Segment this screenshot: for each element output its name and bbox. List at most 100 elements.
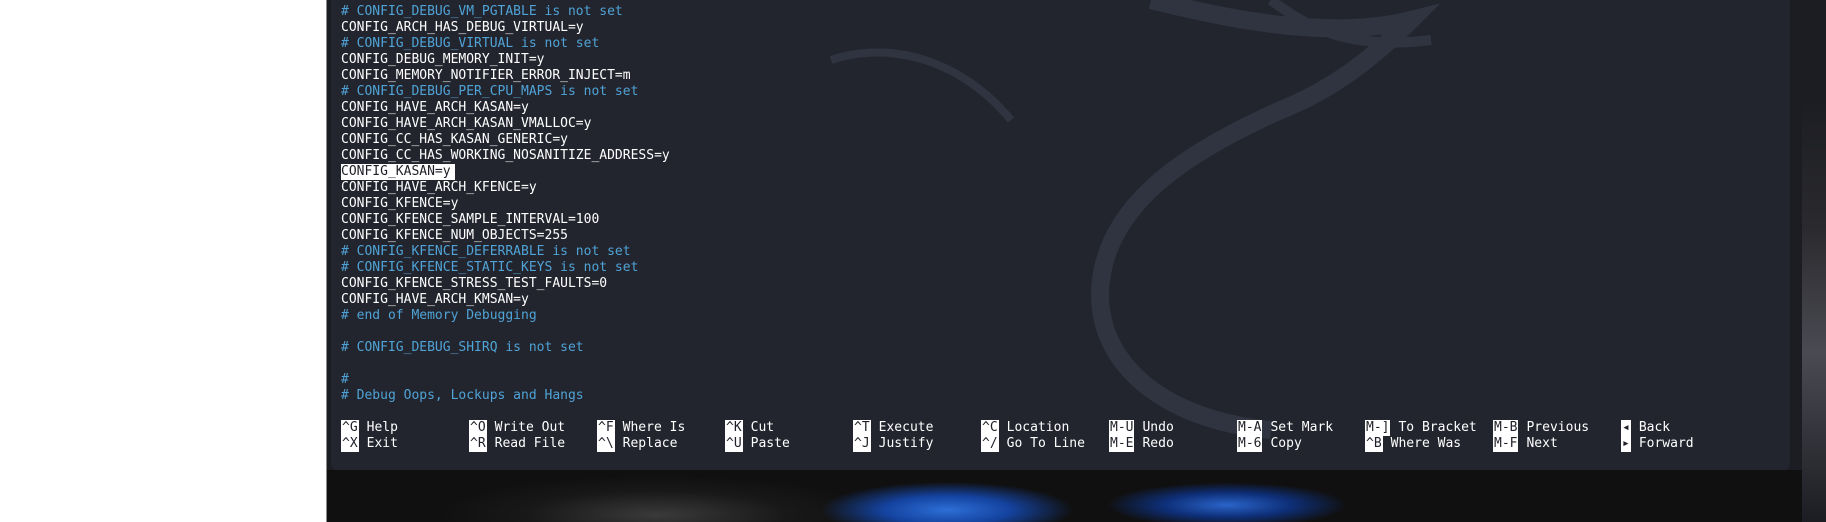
shortcut-item[interactable]: ^F Where Is [597, 420, 725, 436]
editor-line[interactable] [341, 356, 670, 372]
shortcut-key: ^O [469, 420, 487, 436]
shortcut-key: ^X [341, 436, 359, 452]
editor-line[interactable]: # CONFIG_KFENCE_STATIC_KEYS is not set [341, 260, 670, 276]
shortcut-label: Go To Line [1006, 436, 1085, 451]
shortcut-key: ^B [1365, 436, 1383, 452]
editor-line-text: CONFIG_KFENCE_STRESS_TEST_FAULTS=0 [341, 276, 608, 291]
editor-line[interactable]: CONFIG_CC_HAS_KASAN_GENERIC=y [341, 132, 670, 148]
shortcut-label: Redo [1142, 436, 1174, 451]
editor-line[interactable]: # CONFIG_DEBUG_VIRTUAL is not set [341, 36, 670, 52]
editor-line-text: # [341, 372, 349, 387]
shortcut-key: ^K [725, 420, 743, 436]
shortcut-item[interactable]: ^/ Go To Line [981, 436, 1109, 452]
editor-line[interactable]: CONFIG_HAVE_ARCH_KMSAN=y [341, 292, 670, 308]
editor-line[interactable]: # CONFIG_DEBUG_SHIRQ is not set [341, 340, 670, 356]
editor-line[interactable]: CONFIG_MEMORY_NOTIFIER_ERROR_INJECT=m [341, 68, 670, 84]
shortcut-label: Undo [1142, 420, 1174, 435]
terminal-window[interactable]: # CONFIG_DEBUG_VM_PGTABLE is not set CONF… [331, 0, 1790, 470]
shortcut-label: Help [366, 420, 398, 435]
editor-line[interactable]: CONFIG_HAVE_ARCH_KASAN=y [341, 100, 670, 116]
editor-line-text: # CONFIG_DEBUG_VM_PGTABLE is not set [341, 4, 623, 19]
shortcut-item[interactable]: M-A Set Mark [1237, 420, 1365, 436]
shortcut-label: Next [1526, 436, 1558, 451]
editor-line[interactable]: # [341, 372, 670, 388]
shortcut-item[interactable]: ^T Execute [853, 420, 981, 436]
shortcut-item[interactable]: ^B Where Was [1365, 436, 1493, 452]
shortcut-item[interactable]: M-B Previous [1493, 420, 1621, 436]
editor-line[interactable]: CONFIG_CC_HAS_WORKING_NOSANITIZE_ADDRESS… [341, 148, 670, 164]
editor-line-text: CONFIG_HAVE_ARCH_KMSAN=y [341, 292, 529, 307]
editor-line[interactable]: # CONFIG_KFENCE_DEFERRABLE is not set [341, 244, 670, 260]
shortcut-key: ^\ [597, 436, 615, 452]
shortcut-key: M-F [1493, 436, 1519, 452]
editor-line-text: # Debug Oops, Lockups and Hangs [341, 388, 584, 403]
editor-line[interactable]: CONFIG_KASAN=y [341, 164, 670, 180]
shortcut-item[interactable]: M-U Undo [1109, 420, 1237, 436]
shortcut-item[interactable]: ▸ Forward [1621, 436, 1749, 452]
editor-line-text: CONFIG_KFENCE=y [341, 196, 459, 211]
editor-line[interactable]: CONFIG_HAVE_ARCH_KASAN_VMALLOC=y [341, 116, 670, 132]
shortcut-label: Read File [494, 436, 566, 451]
shortcut-label: Write Out [494, 420, 566, 435]
shortcut-key: ^/ [981, 436, 999, 452]
editor-line[interactable]: CONFIG_KFENCE_NUM_OBJECTS=255 [341, 228, 670, 244]
editor-line[interactable]: # CONFIG_DEBUG_PER_CPU_MAPS is not set [341, 84, 670, 100]
shortcut-key: ^U [725, 436, 743, 452]
editor-line[interactable]: CONFIG_DEBUG_MEMORY_INIT=y [341, 52, 670, 68]
editor-line[interactable]: CONFIG_HAVE_ARCH_KFENCE=y [341, 180, 670, 196]
shortcut-key: ^F [597, 420, 615, 436]
shortcut-label: Back [1638, 420, 1671, 435]
shortcut-item[interactable]: ^O Write Out [469, 420, 597, 436]
editor-line[interactable] [341, 324, 670, 340]
shortcut-item[interactable]: M-F Next [1493, 436, 1621, 452]
shortcut-item[interactable]: ◂ Back [1621, 420, 1749, 436]
shortcut-label: Exit [366, 436, 398, 451]
shortcut-key: M-] [1365, 420, 1391, 436]
editor-line-text: CONFIG_CC_HAS_WORKING_NOSANITIZE_ADDRESS… [341, 148, 670, 163]
shortcut-key: ◂ [1621, 420, 1631, 436]
cursor-line-text: CONFIG_KASAN=y [341, 164, 455, 180]
editor-line[interactable]: # CONFIG_DEBUG_VM_PGTABLE is not set [341, 4, 670, 20]
editor-line-text: # end of Memory Debugging [341, 308, 537, 323]
shortcut-item[interactable]: ^\ Replace [597, 436, 725, 452]
file-content[interactable]: # CONFIG_DEBUG_VM_PGTABLE is not set CONF… [341, 4, 670, 404]
editor-line-text: # CONFIG_KFENCE_DEFERRABLE is not set [341, 244, 631, 259]
shortcut-item[interactable]: ^J Justify [853, 436, 981, 452]
shortcut-item[interactable]: ^K Cut [725, 420, 853, 436]
shortcut-item[interactable]: M-E Redo [1109, 436, 1237, 452]
shortcut-key: ^T [853, 420, 871, 436]
editor-line[interactable]: CONFIG_KFENCE_SAMPLE_INTERVAL=100 [341, 212, 670, 228]
shortcut-key: ^C [981, 420, 999, 436]
editor-line-text: CONFIG_KFENCE_NUM_OBJECTS=255 [341, 228, 568, 243]
shortcut-label: Justify [878, 436, 934, 451]
shortcut-item[interactable]: ^R Read File [469, 436, 597, 452]
shortcut-label: Execute [878, 420, 934, 435]
shortcut-key: M-A [1237, 420, 1263, 436]
editor-line[interactable]: CONFIG_KFENCE=y [341, 196, 670, 212]
editor-line-text: # CONFIG_KFENCE_STATIC_KEYS is not set [341, 260, 639, 275]
shortcut-item[interactable]: M-6 Copy [1237, 436, 1365, 452]
shortcut-label: Copy [1270, 436, 1302, 451]
editor-line[interactable]: CONFIG_KFENCE_STRESS_TEST_FAULTS=0 [341, 276, 670, 292]
left-blank-panel [0, 0, 327, 522]
shortcut-row-2: ^X Exit ^R Read File ^\ Replace ^U Paste ^J Justi… [341, 436, 1749, 452]
shortcut-item[interactable]: ^G Help [341, 420, 469, 436]
editor-line[interactable]: CONFIG_ARCH_HAS_DEBUG_VIRTUAL=y [341, 20, 670, 36]
shortcut-row-1: ^G Help ^O Write Out ^F Where Is ^K Cut ^T Execut… [341, 420, 1749, 436]
shortcut-item[interactable]: ^C Location [981, 420, 1109, 436]
shortcut-key: M-6 [1237, 436, 1263, 452]
shortcut-label: Set Mark [1270, 420, 1334, 435]
editor-line-text: CONFIG_KFENCE_SAMPLE_INTERVAL=100 [341, 212, 600, 227]
shortcut-item[interactable]: ^X Exit [341, 436, 469, 452]
shortcut-item[interactable]: M-] To Bracket [1365, 420, 1493, 436]
editor-line[interactable]: # Debug Oops, Lockups and Hangs [341, 388, 670, 404]
editor-line[interactable]: # end of Memory Debugging [341, 308, 670, 324]
kali-dragon-watermark-icon [829, 0, 1441, 439]
shortcut-key: M-U [1109, 420, 1135, 436]
shortcut-key: M-E [1109, 436, 1135, 452]
editor-line-text: CONFIG_HAVE_ARCH_KFENCE=y [341, 180, 537, 195]
editor-line-text: # CONFIG_DEBUG_PER_CPU_MAPS is not set [341, 84, 639, 99]
shortcut-key: M-B [1493, 420, 1519, 436]
shortcut-item[interactable]: ^U Paste [725, 436, 853, 452]
wallpaper-right-edge [1802, 100, 1826, 522]
